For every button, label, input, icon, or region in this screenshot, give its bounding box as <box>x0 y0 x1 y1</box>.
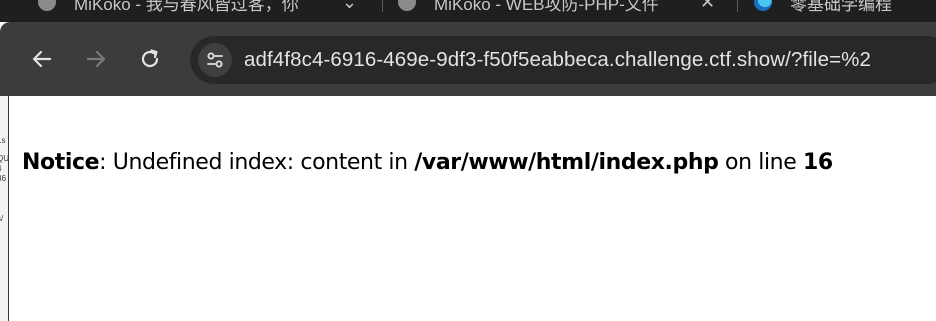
toolbar: adf4f8c4-6916-469e-9df3-f50f5eabbeca.cha… <box>0 22 936 96</box>
fragment-text: QU <box>0 154 8 163</box>
tab-2[interactable]: MiKoko - WEB攻防-PHP-文件 <box>398 0 698 13</box>
chevron-down-icon[interactable]: ⌄ <box>342 0 357 13</box>
php-notice: Notice: Undefined index: content in /var… <box>22 150 833 175</box>
tab-1[interactable]: MiKoko - 我与春风皆过客，你 <box>38 0 323 13</box>
fragment-text: s/ <box>0 214 4 223</box>
reload-icon <box>141 49 159 68</box>
forward-button[interactable] <box>83 46 109 72</box>
forward-arrow-icon <box>86 50 106 68</box>
fragment-text: 36 <box>0 174 6 183</box>
tab-title: MiKoko - WEB攻防-PHP-文件 <box>434 0 659 13</box>
reload-button[interactable] <box>137 46 163 72</box>
fragment-text: 4 <box>0 164 8 174</box>
address-bar[interactable]: adf4f8c4-6916-469e-9df3-f50f5eabbeca.cha… <box>190 36 936 84</box>
page-content: Notice: Undefined index: content in /var… <box>10 96 936 321</box>
site-info-button[interactable] <box>198 43 232 77</box>
tab-favicon-icon <box>38 0 56 11</box>
tab-strip: MiKoko - 我与春风皆过客，你 ⌄ MiKoko - WEB攻防-PHP-… <box>0 0 936 22</box>
tab-separator <box>737 0 738 12</box>
url-text[interactable]: adf4f8c4-6916-469e-9df3-f50f5eabbeca.cha… <box>244 48 871 72</box>
tab-title: MiKoko - 我与春风皆过客，你 <box>74 0 299 13</box>
browser-window: MiKoko - 我与春风皆过客，你 ⌄ MiKoko - WEB攻防-PHP-… <box>0 0 936 321</box>
fragment-text: I <box>0 223 8 235</box>
notice-file-path: /var/www/html/index.php <box>414 150 719 175</box>
back-button[interactable] <box>29 46 55 72</box>
tab-separator <box>382 0 383 12</box>
tab-title: 零基础学编程 <box>790 0 892 13</box>
close-icon[interactable]: ✕ <box>700 0 715 13</box>
edge-icon <box>754 0 772 11</box>
notice-separator: : <box>99 150 113 175</box>
notice-message: Undefined index: content in <box>112 150 415 175</box>
fragment-text: f.s <box>0 136 6 145</box>
notice-label: Notice <box>22 150 100 175</box>
site-settings-icon <box>207 52 223 68</box>
background-window-fragment: f.s QU 4 36 s/ I <box>0 96 8 321</box>
tab-favicon-icon <box>398 0 416 11</box>
tab-3[interactable]: 零基础学编程 <box>754 0 936 13</box>
notice-on-line: on line <box>718 150 803 175</box>
back-arrow-icon <box>32 50 52 68</box>
notice-line-number: 16 <box>802 150 833 175</box>
